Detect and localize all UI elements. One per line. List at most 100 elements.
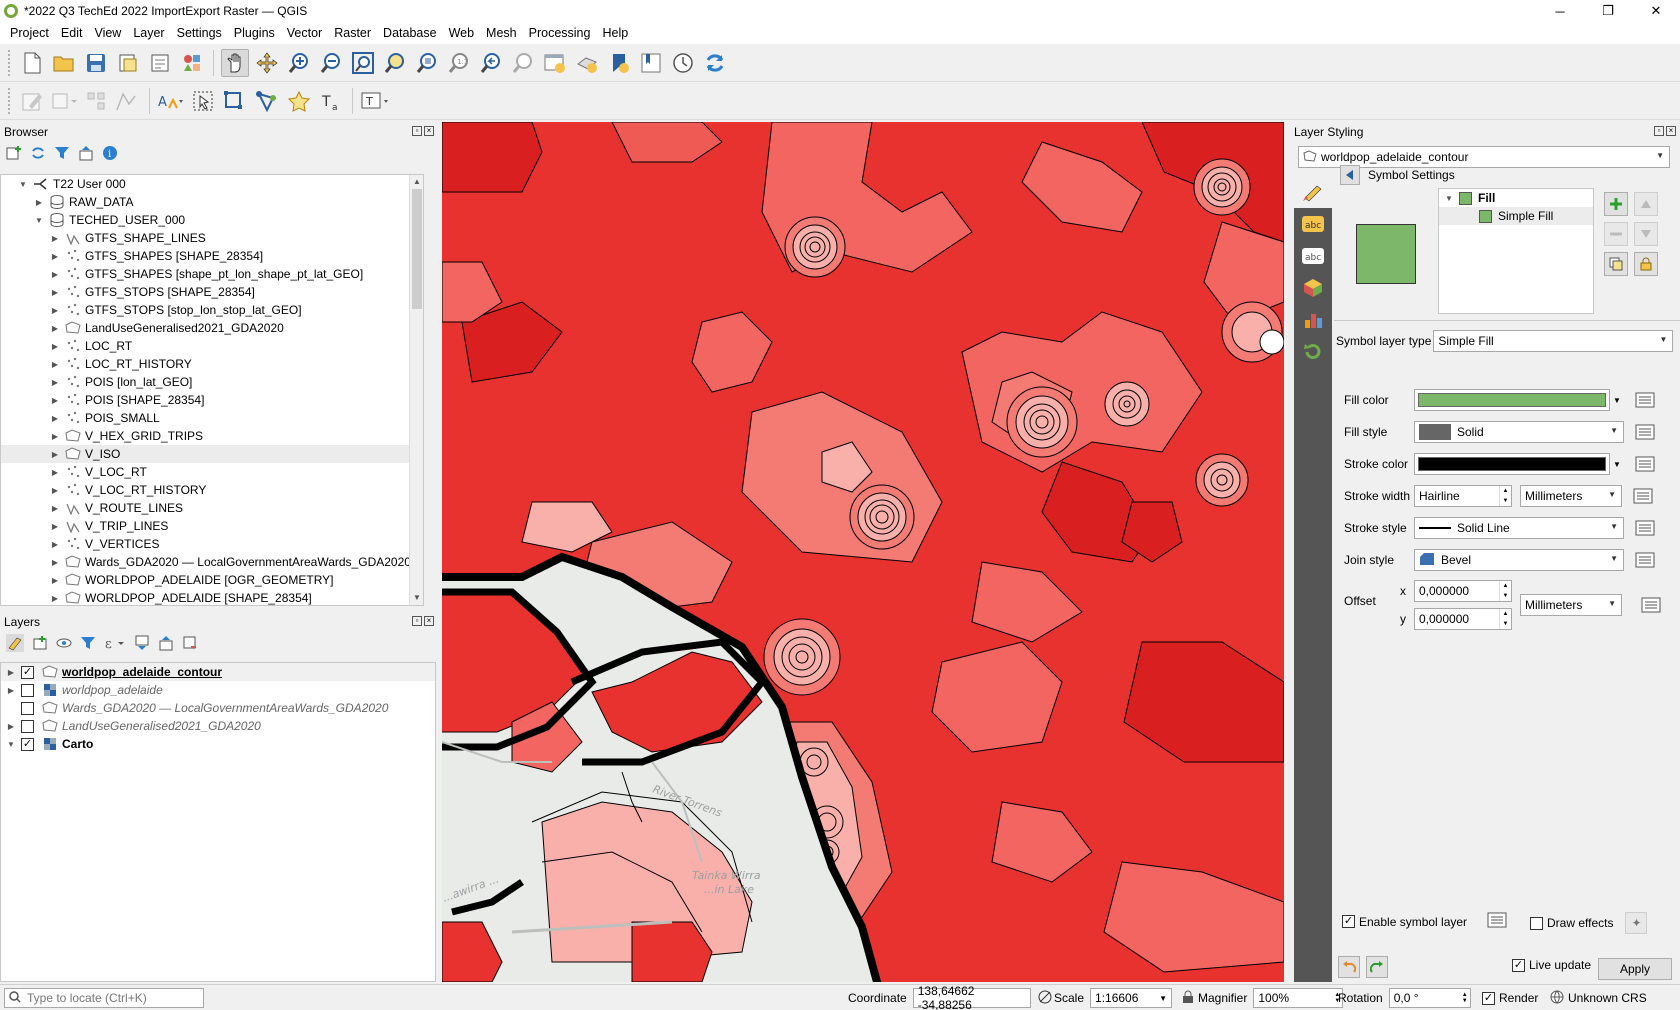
layer-visibility-checkbox[interactable] bbox=[21, 683, 34, 697]
browser-item[interactable]: ▶ V_HEX_GRID_TRIPS bbox=[1, 427, 411, 445]
add-group-icon[interactable] bbox=[32, 635, 48, 654]
data-defined-override-icon[interactable] bbox=[1487, 912, 1507, 931]
menu-edit[interactable]: Edit bbox=[55, 26, 89, 40]
move-down-icon[interactable] bbox=[1634, 222, 1658, 246]
advanced-digitizing-icon[interactable] bbox=[114, 87, 142, 115]
open-project-icon[interactable] bbox=[50, 49, 78, 77]
float-panel-icon[interactable]: ▫ bbox=[412, 126, 422, 136]
3d-view-tab-icon[interactable] bbox=[1294, 272, 1332, 304]
map-canvas[interactable]: River Torrens Tainka Wirra ...in Lake ..… bbox=[442, 122, 1284, 982]
text-annotation-icon[interactable]: T bbox=[360, 87, 388, 115]
new-map-view-icon[interactable] bbox=[541, 49, 569, 77]
data-defined-override-icon[interactable] bbox=[1634, 549, 1656, 571]
zoom-out-icon[interactable] bbox=[317, 49, 345, 77]
move-label-icon[interactable] bbox=[221, 87, 249, 115]
layer-item[interactable]: ▶ worldpop_adelaide bbox=[1, 681, 435, 699]
expand-all-icon[interactable] bbox=[134, 635, 150, 654]
offset-unit-select[interactable]: Millimeters ▼ bbox=[1520, 594, 1622, 616]
browser-item[interactable]: ▶ GTFS_SHAPES [shape_pt_lon_shape_pt_lat_… bbox=[1, 265, 411, 283]
chevron-right-icon[interactable]: ▶ bbox=[49, 432, 61, 441]
chevron-right-icon[interactable]: ▶ bbox=[49, 540, 61, 549]
pin-label-icon[interactable] bbox=[285, 87, 313, 115]
chevron-right-icon[interactable]: ▶ bbox=[49, 396, 61, 405]
collapse-all-icon[interactable] bbox=[158, 635, 174, 654]
refresh-icon[interactable] bbox=[30, 145, 46, 164]
toggle-extents-icon[interactable] bbox=[1037, 989, 1053, 1008]
map-render[interactable]: River Torrens Tainka Wirra ...in Lake ..… bbox=[442, 122, 1284, 982]
browser-item[interactable]: ▶ GTFS_STOPS [stop_lon_stop_lat_GEO] bbox=[1, 301, 411, 319]
menu-view[interactable]: View bbox=[88, 26, 127, 40]
undo-icon[interactable] bbox=[1338, 956, 1360, 978]
stroke-color-button[interactable] bbox=[1414, 453, 1610, 475]
fill-style-select[interactable]: Solid ▼ bbox=[1414, 421, 1624, 443]
chevron-down-icon[interactable]: ▼ bbox=[1610, 389, 1624, 411]
browser-item[interactable]: ▶ V_LOC_RT_HISTORY bbox=[1, 481, 411, 499]
change-label-icon[interactable]: Ta bbox=[317, 87, 345, 115]
data-defined-override-icon[interactable] bbox=[1640, 594, 1662, 616]
browser-item[interactable]: ▶ WORLDPOP_ADELAIDE [SHAPE_28354] bbox=[1, 589, 411, 605]
menu-help[interactable]: Help bbox=[596, 26, 634, 40]
filter-expression-icon[interactable]: ε bbox=[104, 635, 126, 654]
chevron-right-icon[interactable]: ▶ bbox=[49, 450, 61, 459]
browser-item[interactable]: ▼ TECHED_USER_000 bbox=[1, 211, 411, 229]
menu-vector[interactable]: Vector bbox=[281, 26, 328, 40]
live-update-checkbox[interactable]: ✓ bbox=[1512, 958, 1525, 972]
collapse-all-icon[interactable] bbox=[78, 145, 94, 164]
toolbar-handle[interactable] bbox=[8, 87, 12, 114]
spin-arrows-icon[interactable]: ▲ ▼ bbox=[1499, 486, 1511, 506]
stroke-width-unit-select[interactable]: Millimeters ▼ bbox=[1520, 485, 1622, 507]
layer-styling-icon[interactable] bbox=[6, 633, 24, 655]
scale-select[interactable]: 1:16606 ▼ bbox=[1090, 988, 1173, 1008]
browser-item[interactable]: ▼ T22 User 000 bbox=[1, 175, 411, 193]
browser-item[interactable]: ▶ LOC_RT_HISTORY bbox=[1, 355, 411, 373]
redo-icon[interactable] bbox=[1366, 956, 1388, 978]
menu-database[interactable]: Database bbox=[377, 26, 443, 40]
browser-item[interactable]: ▶ POIS [SHAPE_28354] bbox=[1, 391, 411, 409]
float-panel-icon[interactable]: ▫ bbox=[1654, 126, 1664, 136]
pan-to-selection-icon[interactable] bbox=[253, 49, 281, 77]
spin-arrows-icon[interactable]: ▲ ▼ bbox=[1462, 992, 1468, 1004]
info-icon[interactable]: i bbox=[102, 145, 118, 164]
render-checkbox[interactable]: ✓ bbox=[1482, 991, 1495, 1005]
move-up-icon[interactable] bbox=[1634, 192, 1658, 216]
symbol-tree-child[interactable]: Simple Fill bbox=[1439, 207, 1593, 225]
browser-item[interactable]: ▶ V_ISO bbox=[1, 445, 411, 463]
show-bookmarks-icon[interactable] bbox=[637, 49, 665, 77]
float-panel-icon[interactable]: ▫ bbox=[412, 616, 422, 626]
join-style-select[interactable]: Bevel ▼ bbox=[1414, 549, 1624, 571]
temporal-controller-icon[interactable] bbox=[669, 49, 697, 77]
close-panel-icon[interactable]: × bbox=[424, 616, 434, 626]
coordinate-input[interactable]: 138,64662 -34,88256 bbox=[912, 984, 1031, 1010]
restore-button[interactable]: ❐ bbox=[1584, 0, 1632, 22]
labels-tab-icon[interactable]: abc bbox=[1294, 208, 1332, 240]
browser-item[interactable]: ▶ POIS_SMALL bbox=[1, 409, 411, 427]
scroll-down-icon[interactable]: ▼ bbox=[410, 591, 423, 605]
layer-visibility-checkbox[interactable] bbox=[21, 701, 34, 715]
zoom-last-icon[interactable] bbox=[477, 49, 505, 77]
data-defined-override-icon[interactable] bbox=[1632, 485, 1654, 507]
lock-color-icon[interactable] bbox=[1634, 252, 1658, 276]
history-tab-icon[interactable] bbox=[1294, 336, 1332, 368]
chevron-right-icon[interactable]: ▶ bbox=[5, 668, 17, 677]
rotation-input[interactable]: 0,0 ° ▲ ▼ bbox=[1388, 988, 1471, 1008]
symbol-tree-root[interactable]: ▼ Fill bbox=[1439, 189, 1593, 207]
toggle-editing-icon[interactable] bbox=[18, 87, 46, 115]
add-layer-icon[interactable] bbox=[6, 145, 22, 164]
new-3d-map-view-icon[interactable] bbox=[573, 49, 601, 77]
fill-color-button[interactable] bbox=[1414, 389, 1610, 411]
chevron-right-icon[interactable]: ▶ bbox=[49, 234, 61, 243]
scroll-thumb[interactable] bbox=[412, 189, 422, 309]
browser-item[interactable]: ▶ V_TRIP_LINES bbox=[1, 517, 411, 535]
vertex-tool-icon[interactable] bbox=[82, 87, 110, 115]
chevron-right-icon[interactable]: ▶ bbox=[49, 468, 61, 477]
filter-legend-icon[interactable] bbox=[80, 635, 96, 654]
chevron-right-icon[interactable]: ▶ bbox=[49, 486, 61, 495]
save-project-icon[interactable] bbox=[82, 49, 110, 77]
toolbar-handle[interactable] bbox=[8, 49, 12, 76]
menu-layer[interactable]: Layer bbox=[127, 26, 170, 40]
data-defined-override-icon[interactable] bbox=[1634, 517, 1656, 539]
zoom-in-icon[interactable] bbox=[285, 49, 313, 77]
close-panel-icon[interactable]: × bbox=[1666, 126, 1676, 136]
browser-item[interactable]: ▶ WORLDPOP_ADELAIDE [OGR_GEOMETRY] bbox=[1, 571, 411, 589]
add-symbol-layer-icon[interactable] bbox=[1604, 192, 1628, 216]
